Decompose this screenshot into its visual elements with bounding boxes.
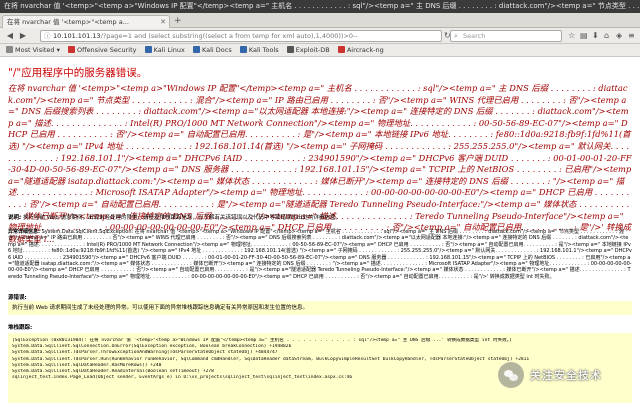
description-label: 说明:	[8, 215, 22, 221]
bookmark-kali-docs[interactable]: Kali Docs	[192, 44, 232, 57]
tab-active[interactable]: 在将 nvarchar 值 '<temp>"<temp a... ✕	[2, 15, 170, 28]
close-icon[interactable]: ✕	[160, 16, 166, 28]
bookmark-offensive-security[interactable]: Offensive Security	[67, 44, 136, 57]
exception-details: 异常详细信息: System.Data.SqlClient.SqlExcepti…	[8, 229, 632, 280]
nav-bar: ◀ ▶ ⓘ 10.101.101.13/?page=1 and (select …	[0, 28, 640, 44]
page-content: "/"应用程序中的服务器错误。 在将 nvarchar 值 '<temp>"<t…	[0, 57, 640, 404]
stack-trace-label: 堆栈跟踪:	[8, 325, 33, 331]
url-host: 10.101.101.13	[53, 32, 101, 40]
bookmarks-toolbar: Most Visited ▾ Offensive Security Kali L…	[0, 44, 640, 57]
description-text: 执行当前 Web 请求期间，出现未经处理的异常。请检查堆栈跟踪信息，以了解有关该…	[22, 215, 341, 221]
tab-bar: 在将 nvarchar 值 '<temp>"<temp a... ✕ +	[0, 13, 640, 28]
search-input[interactable]: ⌕ Search	[450, 30, 562, 42]
new-tab-icon[interactable]: +	[174, 15, 182, 27]
info-icon[interactable]: ⓘ	[44, 31, 51, 41]
bookmark-kali-linux[interactable]: Kali Linux	[144, 44, 185, 57]
exploit-db-icon	[286, 46, 294, 53]
watermark: 关注安全技术	[498, 355, 636, 395]
aircrack-icon	[337, 46, 345, 53]
kali-tools-icon	[239, 46, 247, 53]
watermark-text: 关注安全技术	[530, 369, 602, 382]
error-title: "/"应用程序中的服务器错误。	[8, 67, 148, 79]
window-title: 在将 nvarchar 值 '<temp>"<temp a>"Windows I…	[0, 0, 640, 13]
url-path: /?page=1 and (select substring((select a…	[100, 32, 358, 40]
bookmark-exploit-db[interactable]: Exploit-DB	[286, 44, 330, 57]
back-icon[interactable]: ◀	[4, 30, 16, 42]
search-placeholder: Search	[463, 32, 486, 40]
exception-text: System.Data.SqlClient.SqlException: 在将 n…	[8, 229, 632, 280]
offsec-icon	[67, 46, 75, 53]
bookmark-star-icon[interactable]: ☆	[568, 30, 575, 42]
tab-label: 在将 nvarchar 值 '<temp>"<temp a...	[7, 18, 129, 26]
menu-icon[interactable]: ≡	[628, 30, 635, 42]
forward-icon[interactable]: ▶	[17, 30, 29, 42]
address-bar[interactable]: ⓘ 10.101.101.13/?page=1 and (select subs…	[40, 30, 442, 42]
home-icon[interactable]: ⌂	[604, 30, 609, 42]
bookmark-aircrack-ng[interactable]: Aircrack-ng	[337, 44, 384, 57]
source-error-box: 执行当前 Web 请求期间生成了未经处理的异常。可以使用下面的异常堆栈跟踪信息确…	[8, 301, 632, 315]
description: 说明: 执行当前 Web 请求期间，出现未经处理的异常。请检查堆栈跟踪信息，以了…	[8, 215, 632, 222]
bookmark-kali-tools[interactable]: Kali Tools	[239, 44, 279, 57]
wechat-logo-icon	[498, 362, 524, 388]
bookmark-most-visited[interactable]: Most Visited ▾	[6, 44, 60, 57]
source-error-label: 源错误:	[8, 295, 27, 301]
library-icon[interactable]: ▤	[580, 30, 588, 42]
download-icon[interactable]: ⬇	[592, 30, 599, 42]
pocket-icon[interactable]: ◈	[616, 30, 622, 42]
search-icon: ⌕	[454, 32, 458, 40]
kali-docs-icon	[192, 46, 200, 53]
gear-icon	[6, 46, 13, 53]
kali-icon	[144, 46, 152, 53]
